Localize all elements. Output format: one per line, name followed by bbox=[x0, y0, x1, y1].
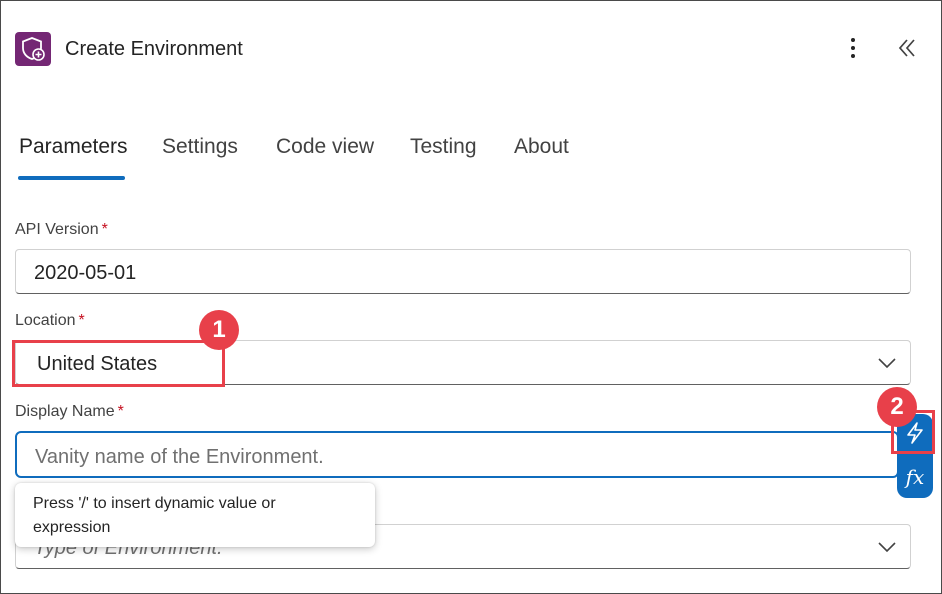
required-asterisk: * bbox=[101, 221, 108, 238]
annotation-badge-2: 2 bbox=[877, 387, 917, 427]
required-asterisk: * bbox=[78, 312, 85, 329]
tab-code-view[interactable]: Code view bbox=[276, 135, 374, 159]
display-name-input[interactable]: Vanity name of the Environment. bbox=[15, 431, 899, 478]
tab-label: Code view bbox=[276, 135, 375, 158]
required-asterisk: * bbox=[117, 403, 124, 420]
location-label-text: Location bbox=[15, 312, 76, 329]
dynamic-value-tooltip: Press '/' to insert dynamic value or exp… bbox=[15, 483, 375, 547]
chevron-down-icon bbox=[878, 542, 896, 553]
tab-label: About bbox=[514, 135, 569, 158]
api-version-label-text: API Version bbox=[15, 221, 99, 238]
display-name-placeholder: Vanity name of the Environment. bbox=[35, 446, 324, 468]
panel-header: Create Environment bbox=[15, 30, 927, 68]
tab-testing[interactable]: Testing bbox=[410, 135, 477, 159]
active-tab-indicator bbox=[18, 176, 125, 180]
api-version-label: API Version * bbox=[15, 221, 108, 239]
more-vertical-icon[interactable] bbox=[841, 36, 865, 60]
tab-label: Testing bbox=[410, 135, 477, 158]
chevron-down-icon bbox=[878, 358, 896, 369]
display-name-label-text: Display Name bbox=[15, 403, 115, 420]
api-version-field[interactable]: 2020-05-01 bbox=[15, 249, 911, 294]
create-environment-panel: Create Environment Parameters Settings C… bbox=[0, 0, 942, 594]
api-version-value: 2020-05-01 bbox=[34, 262, 137, 284]
display-name-label: Display Name * bbox=[15, 403, 124, 421]
annotation-highlight-location bbox=[12, 340, 225, 387]
shield-add-icon bbox=[15, 32, 51, 66]
annotation-badge-1: 1 bbox=[199, 310, 239, 350]
function-fx-icon[interactable]: fx bbox=[897, 458, 933, 496]
tab-parameters[interactable]: Parameters bbox=[18, 135, 128, 180]
location-label: Location * bbox=[15, 312, 85, 330]
double-chevron-left-icon[interactable] bbox=[893, 34, 921, 62]
tab-label: Settings bbox=[162, 135, 238, 158]
tab-label: Parameters bbox=[19, 135, 128, 158]
page-title: Create Environment bbox=[65, 38, 243, 60]
tab-about[interactable]: About bbox=[514, 135, 569, 159]
tab-settings[interactable]: Settings bbox=[162, 135, 238, 159]
